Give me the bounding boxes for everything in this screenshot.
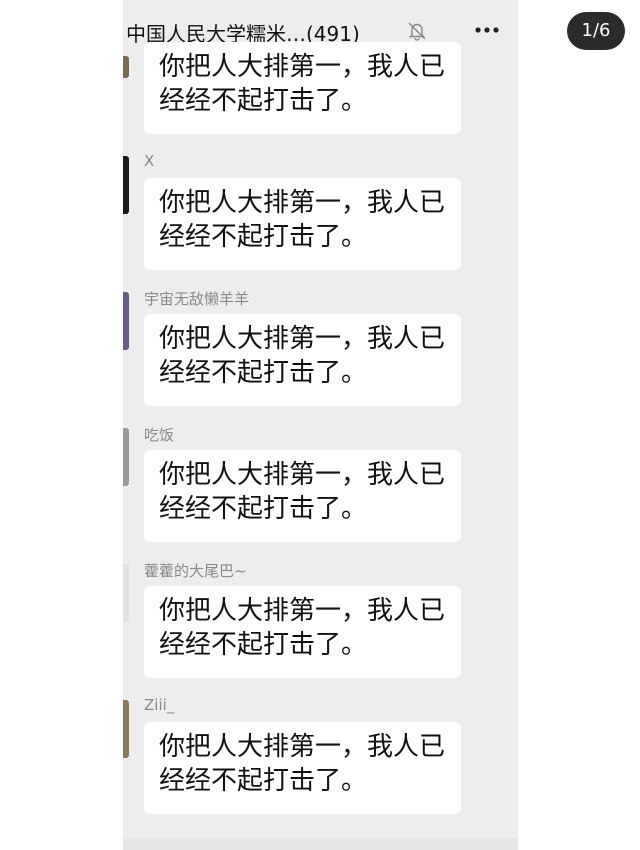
- sender-name: 吃饭: [144, 426, 175, 444]
- avatar[interactable]: [123, 56, 129, 78]
- message-text: 你把人大排第一，我人已经经不起打击了。: [159, 188, 446, 252]
- message-text: 你把人大排第一，我人已经经不起打击了。: [159, 324, 446, 388]
- message-bubble[interactable]: 你把人大排第一，我人已经经不起打击了。: [144, 450, 461, 542]
- page-indicator: 1/6: [567, 12, 625, 50]
- avatar[interactable]: [123, 700, 129, 758]
- message-bubble[interactable]: 你把人大排第一，我人已经经不起打击了。: [144, 586, 461, 678]
- sender-name: X: [144, 152, 155, 170]
- message-text: 你把人大排第一，我人已经经不起打击了。: [159, 596, 446, 660]
- message-bubble[interactable]: 你把人大排第一，我人已经经不起打击了。: [144, 314, 461, 406]
- message-bubble[interactable]: 你把人大排第一，我人已经经不起打击了。: [144, 722, 461, 814]
- avatar[interactable]: [123, 292, 129, 350]
- avatar[interactable]: [123, 564, 129, 622]
- sender-name: Ziii_: [144, 696, 175, 714]
- message-text: 你把人大排第一，我人已经经不起打击了。: [159, 52, 446, 116]
- message-bubble[interactable]: 你把人大排第一，我人已经经不起打击了。: [144, 178, 461, 270]
- message-text: 你把人大排第一，我人已经经不起打击了。: [159, 732, 446, 796]
- message-bubble[interactable]: 你把人大排第一，我人已经经不起打击了。: [144, 42, 461, 134]
- divider: [123, 838, 518, 850]
- sender-name: 宇宙无敌懒羊羊: [144, 290, 250, 308]
- more-dots-icon[interactable]: [473, 20, 501, 40]
- chat-screen: 中国人民大学糯米…(491) 你把人大排第一，我人已经经不起打击了。 X 你把人…: [123, 0, 518, 850]
- message-text: 你把人大排第一，我人已经经不起打击了。: [159, 460, 446, 524]
- avatar[interactable]: [123, 428, 129, 486]
- bell-slash-icon: [408, 22, 426, 41]
- sender-name: 藿藿的大尾巴~: [144, 562, 247, 580]
- avatar[interactable]: [123, 156, 129, 214]
